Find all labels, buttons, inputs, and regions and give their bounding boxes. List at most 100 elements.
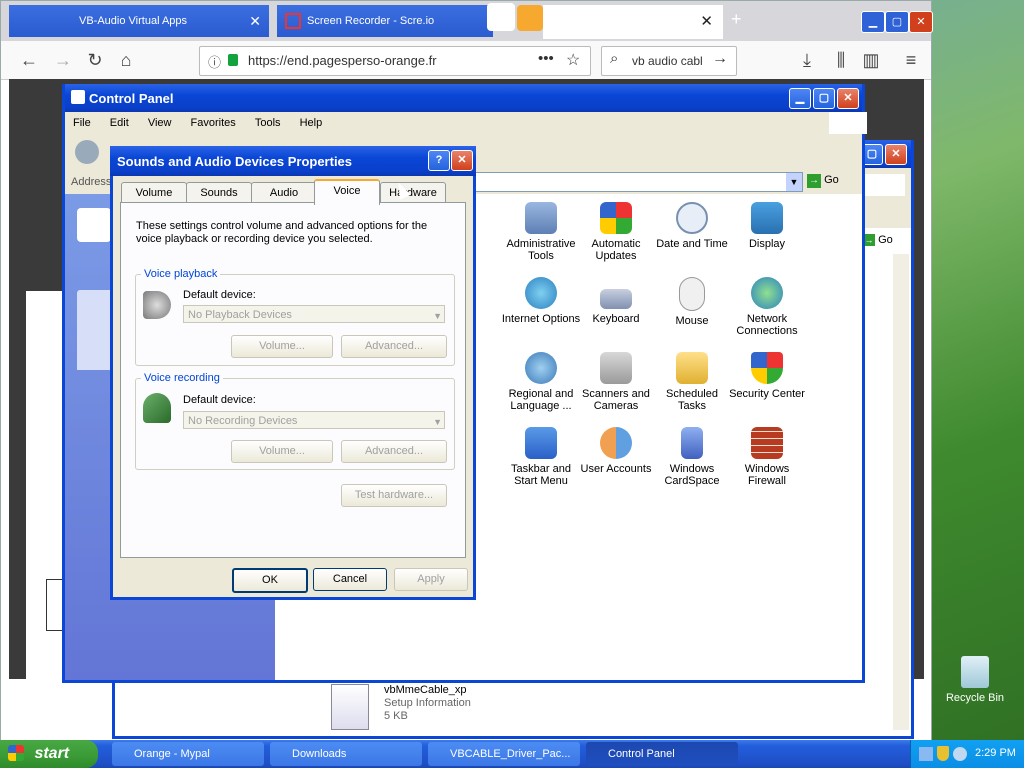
reload-icon[interactable]: ↻ — [83, 48, 107, 72]
maximize-button[interactable]: ▢ — [885, 11, 909, 33]
go-button[interactable]: → Go — [807, 174, 839, 188]
close-icon[interactable]: ✕ — [700, 12, 713, 30]
desktop-recycle-bin[interactable]: Recycle Bin — [944, 656, 1006, 704]
cp-item-label: Windows CardSpace — [664, 463, 720, 487]
recording-device-select[interactable]: No Recording Devices ▼ — [183, 411, 445, 429]
file-name: vbMmeCable_xp — [384, 684, 467, 696]
shield-tray-icon[interactable] — [937, 746, 949, 761]
cancel-button[interactable]: Cancel — [313, 568, 387, 591]
copy-extension-icon[interactable] — [517, 5, 543, 31]
administrative-tools-icon — [525, 202, 557, 234]
close-window-button[interactable]: ✕ — [837, 88, 859, 109]
maximize-button[interactable]: ▢ — [813, 88, 835, 109]
hamburger-menu-icon[interactable]: ≡ — [899, 48, 923, 72]
clock[interactable]: 2:29 PM — [975, 747, 1016, 759]
ok-button[interactable]: OK — [232, 568, 308, 593]
cp-item-internet-options[interactable]: Internet Options — [501, 277, 581, 325]
playback-advanced-button[interactable]: Advanced... — [341, 335, 447, 358]
go-button[interactable]: → Go — [863, 234, 893, 246]
network-tray-icon[interactable] — [953, 747, 967, 761]
minimize-button[interactable]: ▁ — [789, 88, 811, 109]
recording-advanced-button[interactable]: Advanced... — [341, 440, 447, 463]
close-window-button[interactable]: ✕ — [885, 144, 907, 165]
cp-item-security-center[interactable]: Security Center — [727, 352, 807, 400]
apply-button[interactable]: Apply — [394, 568, 468, 591]
cp-item-scheduled-tasks[interactable]: Scheduled Tasks — [652, 352, 732, 412]
cp-item-network-connections[interactable]: Network Connections — [727, 277, 807, 337]
scrollbar-vertical[interactable] — [893, 254, 909, 730]
new-tab-button[interactable]: + — [731, 9, 751, 30]
menu-file[interactable]: File — [73, 112, 91, 134]
cp-item-windows-cardspace[interactable]: Windows CardSpace — [652, 427, 732, 487]
home-icon[interactable]: ⌂ — [114, 48, 138, 72]
cp-item-display[interactable]: Display — [727, 202, 807, 250]
menu-view[interactable]: View — [148, 112, 172, 134]
cp-item-label: Internet Options — [501, 313, 581, 325]
url-bar[interactable]: ⓘ https://end.pagesperso-orange.fr ••• ☆ — [199, 46, 591, 76]
cp-item-scanners-cameras[interactable]: Scanners and Cameras — [576, 352, 656, 412]
cp-item-mouse[interactable]: Mouse — [652, 277, 732, 327]
browser-tab-vb-audio[interactable]: VB-Audio Virtual Apps ✕ — [9, 5, 269, 37]
info-icon[interactable]: ⓘ — [208, 52, 221, 71]
taskbar-item-label: VBCABLE_Driver_Pac... — [450, 748, 571, 760]
close-window-button[interactable]: ✕ — [451, 150, 473, 171]
cp-item-automatic-updates[interactable]: Automatic Updates — [576, 202, 656, 262]
close-window-button[interactable]: ✕ — [909, 11, 933, 33]
tab-hardware[interactable]: Hardware — [380, 182, 446, 203]
keyboard-tray-icon[interactable] — [919, 747, 933, 761]
search-go-arrow-icon[interactable]: → — [712, 50, 728, 68]
taskbar-item-orange-mypal[interactable]: Orange - Mypal — [112, 742, 264, 766]
recycle-bin-icon — [961, 656, 989, 688]
cp-item-keyboard[interactable]: Keyboard — [576, 277, 656, 325]
taskbar-item-control-panel[interactable]: Control Panel — [586, 742, 738, 766]
playback-volume-button[interactable]: Volume... — [231, 335, 333, 358]
file-type: Setup Information — [384, 697, 471, 709]
cp-item-label: Keyboard — [592, 313, 640, 325]
tab-voice[interactable]: Voice — [314, 179, 380, 205]
chevron-down-icon[interactable]: ▼ — [786, 173, 802, 191]
taskbar-icon — [525, 427, 557, 459]
bookmark-star-icon[interactable]: ☆ — [566, 50, 580, 70]
start-button[interactable]: start — [0, 740, 98, 768]
close-icon[interactable]: ✕ — [249, 13, 261, 30]
recording-volume-button[interactable]: Volume... — [231, 440, 333, 463]
taskbar-item-downloads[interactable]: Downloads — [270, 742, 422, 766]
browser-tab-screen-recorder[interactable]: Screen Recorder - Scre.io — [277, 5, 493, 37]
browser-tab-active[interactable]: ✕ — [543, 5, 723, 39]
file-item-vbmmecable[interactable]: vbMmeCable_xp Setup Information 5 KB — [331, 682, 591, 732]
back-arrow-icon[interactable]: ← — [17, 48, 41, 72]
cp-item-taskbar-start-menu[interactable]: Taskbar and Start Menu — [501, 427, 581, 487]
forward-arrow-icon[interactable]: → — [51, 48, 75, 72]
cp-item-windows-firewall[interactable]: Windows Firewall — [727, 427, 807, 487]
tab-sounds[interactable]: Sounds — [186, 182, 252, 203]
menu-tools[interactable]: Tools — [255, 112, 281, 134]
monitor-icon — [751, 202, 783, 234]
search-box[interactable]: ⌕ vb audio cabl → — [601, 46, 737, 76]
tab-audio[interactable]: Audio — [251, 182, 317, 203]
sidebar-icon[interactable]: ▥ — [859, 48, 883, 72]
cp-item-user-accounts[interactable]: User Accounts — [576, 427, 656, 475]
menu-favorites[interactable]: Favorites — [191, 112, 236, 134]
playback-device-select[interactable]: No Playback Devices ▼ — [183, 305, 445, 323]
raccoon-extension-icon[interactable] — [487, 3, 515, 31]
back-arrow-icon[interactable] — [75, 140, 99, 164]
help-button[interactable]: ? — [428, 150, 450, 171]
cardspace-icon — [681, 427, 703, 459]
cp-item-label: Scanners and Cameras — [582, 388, 650, 412]
menu-edit[interactable]: Edit — [110, 112, 129, 134]
library-icon[interactable]: ⫼ — [829, 48, 853, 72]
menu-help[interactable]: Help — [300, 112, 323, 134]
taskbar-item-vbcable-driver[interactable]: VBCABLE_Driver_Pac... — [428, 742, 580, 766]
cp-item-label: Mouse — [675, 315, 709, 327]
search-input[interactable]: vb audio cabl — [632, 54, 703, 68]
download-icon[interactable]: ⤓ — [795, 48, 819, 72]
cp-item-administrative-tools[interactable]: Administrative Tools — [501, 202, 581, 262]
cp-item-date-and-time[interactable]: Date and Time — [652, 202, 732, 250]
tab-volume[interactable]: Volume — [121, 182, 187, 203]
minimize-button[interactable]: ▁ — [861, 11, 885, 33]
page-actions-icon[interactable]: ••• — [538, 50, 554, 67]
test-hardware-button[interactable]: Test hardware... — [341, 484, 447, 507]
cp-item-regional-language[interactable]: Regional and Language ... — [501, 352, 581, 412]
url-text[interactable]: https://end.pagesperso-orange.fr — [248, 53, 437, 68]
mouse-icon — [679, 277, 705, 311]
